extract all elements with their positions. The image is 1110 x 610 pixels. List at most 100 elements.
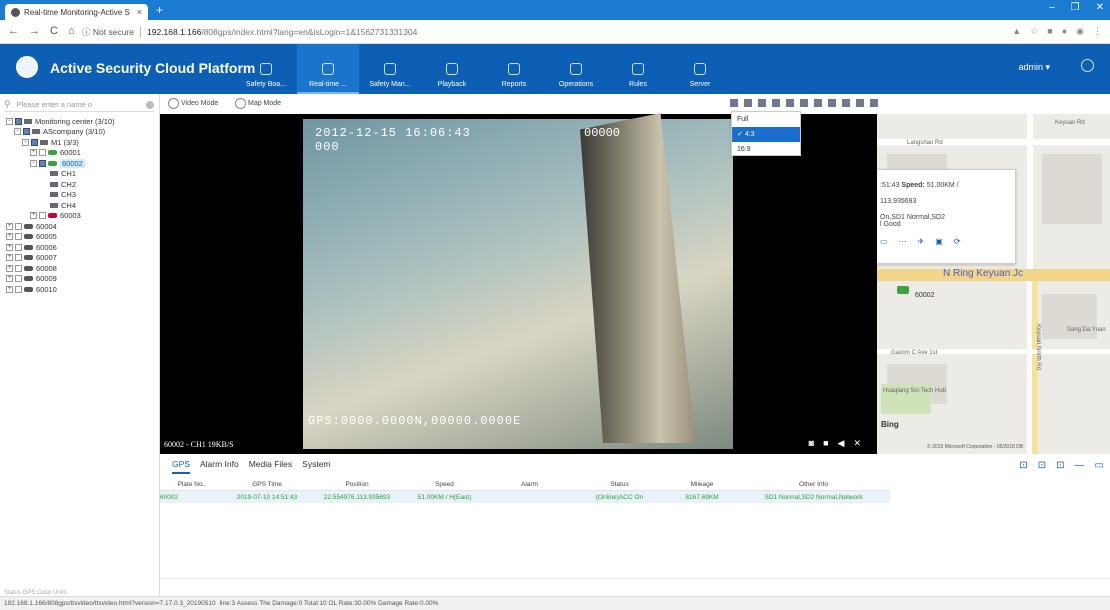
tree-node-vehicle[interactable]: +60004: [6, 221, 115, 232]
minimize-icon[interactable]: –: [1049, 2, 1055, 13]
video-player[interactable]: 2012-12-15 16:06:43 000 00000 GPS:0000.00…: [160, 113, 877, 454]
expand-icon[interactable]: +: [30, 212, 37, 220]
nav-safety-management[interactable]: Safety Man...: [359, 44, 421, 94]
menu-icon[interactable]: ⋮: [1093, 26, 1102, 37]
checkbox[interactable]: [15, 275, 22, 283]
maximize-panel-icon[interactable]: ▭: [1095, 460, 1104, 471]
info-icon[interactable]: [146, 100, 154, 109]
video-mode-button[interactable]: Video Mode: [168, 97, 218, 110]
aspect-ratio-icon[interactable]: [814, 99, 822, 107]
checkbox[interactable]: [39, 212, 46, 220]
expand-icon[interactable]: +: [30, 149, 37, 157]
star-icon[interactable]: ☆: [1030, 26, 1038, 37]
url-input[interactable]: ⓘ Not secure 192.168.1.166 /808gps/index…: [82, 24, 962, 40]
unlock-icon[interactable]: ⊡: [1038, 460, 1046, 471]
map-vehicle-marker[interactable]: [897, 286, 909, 294]
stop-icon[interactable]: ■: [823, 438, 828, 449]
tree-node-channel[interactable]: CH4: [6, 200, 115, 211]
ratio-option-4-3[interactable]: ✓ 4:3: [732, 127, 800, 142]
tree-node-vehicle[interactable]: +60005: [6, 232, 115, 243]
tree-node-channel[interactable]: CH1: [6, 169, 115, 180]
layout-8-icon[interactable]: [772, 99, 780, 107]
checkbox[interactable]: [23, 128, 30, 136]
more-icon[interactable]: ⋯: [899, 237, 907, 246]
video-icon[interactable]: ▭: [880, 237, 888, 246]
tree-node-vehicle[interactable]: +60001: [6, 148, 115, 159]
nav-reports[interactable]: Reports: [483, 44, 545, 94]
map-view[interactable]: Langshan Rd Keyuan North Rd Sang Da Yuan…: [877, 114, 1110, 454]
ratio-option-full[interactable]: Full: [732, 112, 800, 127]
nav-operations[interactable]: Operations: [545, 44, 607, 94]
volume-icon[interactable]: ◀: [838, 438, 845, 449]
expand-icon[interactable]: +: [6, 222, 13, 230]
tree-node-vehicle-selected[interactable]: −60002: [6, 158, 115, 169]
security-indicator[interactable]: ⓘ Not secure: [82, 26, 141, 38]
clear-icon[interactable]: ⊡: [1056, 460, 1064, 471]
reload-icon[interactable]: C: [50, 25, 58, 37]
nav-realtime[interactable]: Real-time ...: [297, 44, 359, 94]
horizontal-scrollbar[interactable]: [160, 578, 1110, 586]
tree-node-channel[interactable]: CH2: [6, 179, 115, 190]
checkbox[interactable]: [39, 159, 46, 167]
track-icon[interactable]: ✈: [918, 237, 925, 246]
checkbox[interactable]: [15, 117, 22, 125]
checkbox[interactable]: [15, 233, 22, 241]
tab-gps[interactable]: GPS: [172, 459, 190, 474]
tree-node-vehicle[interactable]: +60009: [6, 274, 115, 285]
lock-icon[interactable]: ⊡: [1019, 460, 1027, 471]
browser-tab[interactable]: Real-time Monitoring-Active S ×: [5, 4, 148, 20]
minimize-panel-icon[interactable]: —: [1075, 460, 1085, 471]
home-icon[interactable]: ⌂: [68, 25, 75, 37]
expand-icon[interactable]: +: [6, 233, 13, 241]
expand-icon[interactable]: +: [6, 243, 13, 251]
tab-alarm-info[interactable]: Alarm Info: [200, 459, 239, 474]
expand-icon[interactable]: +: [6, 264, 13, 272]
play-all-icon[interactable]: [842, 99, 850, 107]
layout-4-icon[interactable]: [744, 99, 752, 107]
collapse-icon[interactable]: −: [22, 138, 29, 146]
table-row[interactable]: 60002 2019-07-10 14:51:43 22.554976,113.…: [160, 491, 890, 503]
playback-icon[interactable]: ▣: [935, 237, 943, 246]
layout-6-icon[interactable]: [758, 99, 766, 107]
refresh-icon[interactable]: ⟳: [954, 237, 961, 246]
tree-node-vehicle[interactable]: +60003: [6, 211, 115, 222]
tree-node-vehicle[interactable]: +60006: [6, 242, 115, 253]
close-window-icon[interactable]: ✕: [1096, 2, 1104, 13]
user-menu[interactable]: admin ▾: [1018, 62, 1050, 73]
new-tab-button[interactable]: +: [156, 3, 163, 17]
profile-icon[interactable]: ◉: [1076, 26, 1084, 37]
expand-icon[interactable]: +: [6, 285, 13, 293]
tree-node-channel[interactable]: CH3: [6, 190, 115, 201]
expand-icon[interactable]: +: [6, 275, 13, 283]
tree-node-center[interactable]: − Monitoring center (3/10): [6, 116, 115, 127]
power-icon[interactable]: [1081, 59, 1094, 72]
extension-icon[interactable]: ■: [1047, 26, 1052, 37]
back-icon[interactable]: ←: [8, 25, 19, 37]
restore-icon[interactable]: ❐: [1071, 2, 1080, 13]
stream-icon[interactable]: [828, 99, 836, 107]
tree-node-group[interactable]: − M1 (3/3): [6, 137, 115, 148]
collapse-icon[interactable]: −: [6, 117, 13, 125]
checkbox[interactable]: [15, 243, 22, 251]
tab-system[interactable]: System: [302, 459, 330, 474]
layout-16-icon[interactable]: [800, 99, 808, 107]
expand-icon[interactable]: +: [6, 254, 13, 262]
translate-icon[interactable]: ▲: [1012, 26, 1021, 37]
tree-node-company[interactable]: − AScompany (3/10): [6, 127, 115, 138]
layout-1-icon[interactable]: [730, 99, 738, 107]
checkbox[interactable]: [15, 285, 22, 293]
layout-9-icon[interactable]: [786, 99, 794, 107]
tab-media-files[interactable]: Media Files: [249, 459, 292, 474]
stop-all-icon[interactable]: [856, 99, 864, 107]
nav-server[interactable]: Server: [669, 44, 731, 94]
checkbox[interactable]: [15, 222, 22, 230]
forward-icon[interactable]: →: [29, 25, 40, 37]
fullscreen-icon[interactable]: ✕: [853, 438, 861, 449]
tree-node-vehicle[interactable]: +60007: [6, 253, 115, 264]
settings-icon[interactable]: [870, 99, 878, 107]
search-input[interactable]: ⚲ Please enter a name o: [4, 98, 154, 112]
tree-node-vehicle[interactable]: +60010: [6, 284, 115, 295]
tree-node-vehicle[interactable]: +60008: [6, 263, 115, 274]
nav-playback[interactable]: Playback: [421, 44, 483, 94]
collapse-icon[interactable]: −: [30, 159, 37, 167]
